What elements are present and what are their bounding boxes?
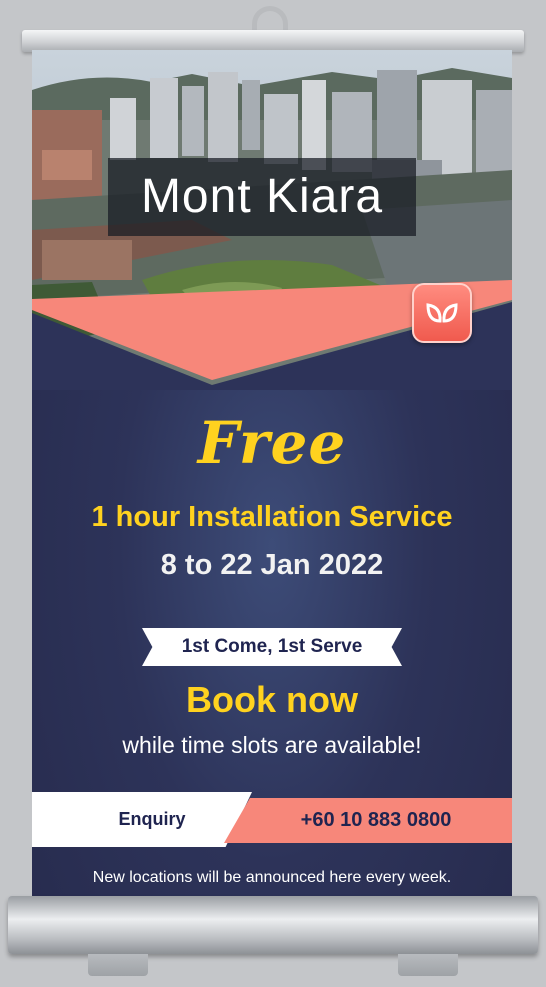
free-headline: Free	[197, 409, 347, 477]
hanger-hook-icon	[252, 6, 288, 32]
stand-foot-left	[88, 954, 148, 976]
enquiry-label: Enquiry	[118, 809, 186, 829]
promo-dates: 8 to 22 Jan 2022	[160, 549, 384, 581]
phone-number: +60 10 883 0800	[300, 809, 452, 831]
rollup-banner: Mont Kiara Free 1 hour Installation Serv…	[32, 50, 512, 905]
availability-note: while time slots are available!	[122, 732, 422, 758]
banner-base-roller	[8, 896, 538, 954]
stand-foot-right	[398, 954, 458, 976]
first-come-ribbon: 1st Come, 1st Serve	[142, 628, 402, 666]
footer-note: New locations will be announced here eve…	[92, 869, 452, 886]
banner-top-rail	[22, 30, 524, 52]
enquiry-bar: Enquiry +60 10 883 0800	[32, 792, 512, 847]
leaf-logo-icon	[412, 283, 472, 343]
book-now-heading: Book now	[186, 679, 358, 720]
service-title: 1 hour Installation Service	[91, 501, 453, 533]
location-title: Mont Kiara	[108, 158, 416, 236]
ribbon-label: 1st Come, 1st Serve	[181, 636, 363, 657]
